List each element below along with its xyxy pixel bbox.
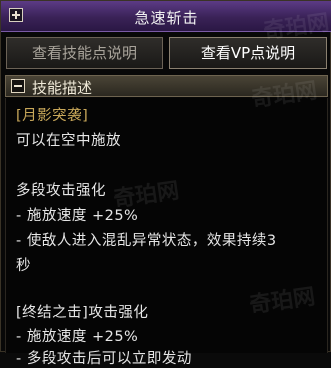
skill-tooltip-window: 急速斩击 查看技能点说明 查看VP点说明 技能描述 [月影突袭] 可以在空中施放… xyxy=(0,0,331,367)
title-bar[interactable]: 急速斩击 xyxy=(1,1,331,32)
window-title: 急速斩击 xyxy=(134,9,199,27)
description-line: 多段攻击强化 xyxy=(16,183,106,199)
description-line: - 多段攻击后可以立即发动 xyxy=(16,351,192,367)
view-skill-points-button[interactable]: 查看技能点说明 xyxy=(6,37,163,69)
section-title: 技能描述 xyxy=(32,79,93,97)
description-line: 可以在空中施放 xyxy=(16,133,121,149)
view-vp-points-button[interactable]: 查看VP点说明 xyxy=(169,37,327,69)
collapse-icon[interactable] xyxy=(11,79,25,93)
description-line: - 施放速度 +25% xyxy=(16,208,139,224)
description-line: - 施放速度 +25% xyxy=(16,329,139,345)
description-line: [终结之击]攻击强化 xyxy=(16,305,149,321)
description-line: [月影突袭] xyxy=(16,108,89,124)
description-line: 秒 xyxy=(16,258,31,274)
section-header[interactable]: 技能描述 xyxy=(5,75,328,97)
description-line: - 使敌人进入混乱异常状态，效果持续3 xyxy=(16,233,277,249)
description-panel: [月影突袭] 可以在空中施放 多段攻击强化 - 施放速度 +25% - 使敌人进… xyxy=(5,98,328,367)
